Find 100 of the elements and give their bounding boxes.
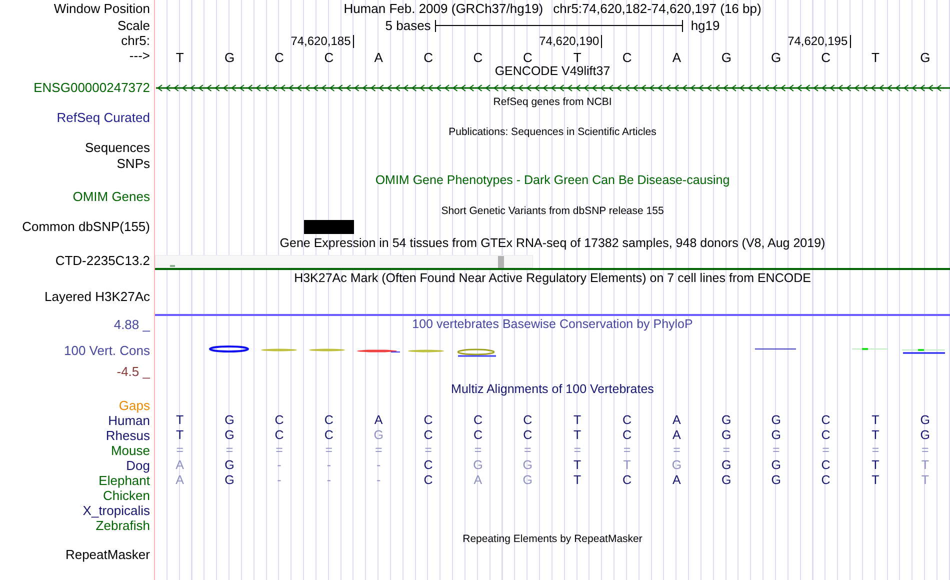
alignment-base: G bbox=[770, 428, 782, 443]
track-title: OMIM Gene Phenotypes - Dark Green Can Be Disease-causing bbox=[375, 172, 730, 190]
track-label[interactable]: RepeatMasker bbox=[65, 545, 150, 565]
axis-max-label: 4.88 _ bbox=[114, 316, 150, 334]
base-letter: G bbox=[919, 49, 932, 67]
alignment-base: T bbox=[870, 458, 880, 473]
base-letter: C bbox=[621, 49, 633, 67]
variant-block[interactable] bbox=[304, 220, 354, 234]
alignment-base: = bbox=[374, 443, 384, 458]
alignment-base: G bbox=[919, 413, 932, 428]
alignment-base: C bbox=[820, 413, 832, 428]
track-label[interactable]: Layered H3K27Ac bbox=[44, 287, 150, 306]
alignment-base: - bbox=[276, 458, 282, 473]
alignment-base: G bbox=[720, 473, 732, 488]
alignment-base: - bbox=[376, 473, 382, 488]
base-letter: A bbox=[373, 49, 384, 67]
track-title: GENCODE V49lift37 bbox=[494, 63, 610, 80]
track-label[interactable]: RefSeq Curated bbox=[56, 108, 150, 128]
alignment-base: A bbox=[373, 413, 384, 428]
base-letter: C bbox=[323, 49, 335, 67]
alignment-base: = bbox=[821, 443, 830, 458]
alignment-base: C bbox=[622, 428, 633, 443]
alignment-base: C bbox=[422, 428, 434, 443]
alignment-base: = bbox=[274, 443, 284, 458]
alignment-base: T bbox=[175, 428, 185, 443]
track-title: Repeating Elements by RepeatMasker bbox=[462, 532, 642, 548]
alignment-base: G bbox=[522, 473, 534, 488]
alignment-base: C bbox=[522, 428, 534, 443]
alignment-base: - bbox=[376, 458, 382, 473]
track-label[interactable]: CTD-2235C13.2 bbox=[55, 251, 150, 271]
alignment-base: = bbox=[473, 443, 483, 458]
alignment-base: C bbox=[274, 413, 285, 428]
alignment-base: = bbox=[572, 443, 582, 458]
alignment-base: - bbox=[326, 473, 332, 488]
alignment-base: = bbox=[870, 443, 880, 458]
alignment-base: G bbox=[372, 428, 384, 443]
base-letter: G bbox=[770, 49, 782, 67]
track-title: 100 vertebrates Basewise Conservation by PhyloP bbox=[412, 316, 693, 334]
alignment-base: = bbox=[672, 443, 682, 458]
row-label: Window Position bbox=[54, 0, 150, 18]
track-label[interactable]: ENSG00000247372 bbox=[34, 78, 150, 98]
alignment-base: C bbox=[820, 428, 832, 443]
alignment-base: G bbox=[720, 458, 732, 473]
base-letter: G bbox=[720, 49, 732, 67]
alignment-base: G bbox=[224, 413, 236, 428]
alignment-base: A bbox=[672, 428, 682, 443]
position-tick: 74,620,195 bbox=[788, 35, 851, 48]
alignment-base: T bbox=[175, 413, 185, 428]
base-letter: G bbox=[223, 49, 236, 67]
base-letter: T bbox=[572, 49, 582, 66]
base-letter: T bbox=[870, 49, 880, 67]
alignment-base: G bbox=[224, 428, 236, 443]
alignment-base: C bbox=[820, 458, 832, 473]
alignment-base: - bbox=[276, 473, 282, 488]
alignment-base: G bbox=[472, 458, 484, 473]
alignment-base: G bbox=[770, 413, 782, 428]
track-label[interactable]: OMIM Genes bbox=[72, 187, 150, 207]
track-title: H3K27Ac Mark (Often Found Near Active Regulatory Elements) on 7 cell lines from ENCODE bbox=[294, 270, 811, 288]
track-label[interactable]: Common dbSNP(155) bbox=[22, 217, 150, 237]
assembly-label: hg19 bbox=[690, 16, 720, 35]
alignment-base: G bbox=[224, 473, 236, 488]
alignment-base: A bbox=[174, 473, 186, 488]
alignment-base: = bbox=[424, 443, 433, 458]
axis-min-label: -4.5 _ bbox=[116, 362, 150, 381]
alignment-base: C bbox=[820, 473, 832, 488]
alignment-base: G bbox=[770, 458, 782, 473]
alignment-base: G bbox=[670, 458, 683, 473]
base-letter: C bbox=[274, 49, 285, 67]
alignment-base: = bbox=[324, 443, 334, 458]
alignment-base: C bbox=[323, 413, 334, 428]
alignment-base: G bbox=[770, 473, 782, 488]
base-letter: A bbox=[671, 49, 682, 67]
alignment-base: = bbox=[622, 443, 632, 458]
alignment-base: C bbox=[472, 413, 484, 428]
alignment-base: T bbox=[622, 458, 632, 473]
alignment-base: T bbox=[870, 413, 880, 428]
base-letter: C bbox=[422, 49, 434, 67]
track-title: Multiz Alignments of 100 Vertebrates bbox=[451, 381, 654, 398]
alignment-base: T bbox=[572, 428, 582, 443]
alignment-base: = bbox=[722, 443, 732, 458]
base-letter: C bbox=[820, 49, 832, 67]
alignment-base: - bbox=[326, 458, 332, 473]
position-tick: 74,620,185 bbox=[290, 35, 354, 48]
alignment-base: C bbox=[274, 428, 285, 443]
base-letter: T bbox=[174, 49, 185, 67]
alignment-base: G bbox=[919, 428, 932, 443]
track-title: Publications: Sequences in Scientific Articles bbox=[448, 125, 656, 140]
track-label[interactable]: 100 Vert. Cons bbox=[64, 341, 150, 360]
base-letter: C bbox=[522, 49, 534, 66]
alignment-base: C bbox=[422, 473, 434, 488]
alignment-base: T bbox=[572, 413, 582, 428]
alignment-base: C bbox=[422, 458, 434, 473]
alignment-base: A bbox=[672, 473, 682, 488]
alignment-base: C bbox=[622, 473, 633, 488]
alignment-base: T bbox=[870, 473, 880, 488]
assembly-title: Human Feb. 2009 (GRCh37/hg19) bbox=[344, 0, 544, 18]
row-label: Scale bbox=[117, 16, 150, 35]
alignment-base: = bbox=[771, 443, 781, 458]
alignment-base: C bbox=[422, 413, 434, 428]
alignment-base: C bbox=[622, 413, 633, 428]
